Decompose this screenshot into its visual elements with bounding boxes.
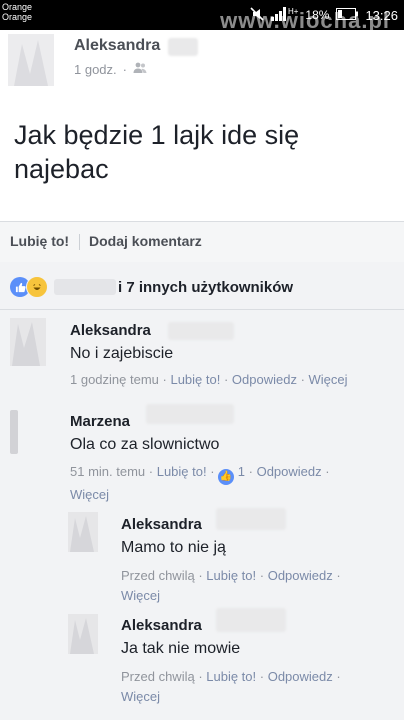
- comment-time[interactable]: 51 min. temu: [70, 464, 145, 479]
- like-button[interactable]: Lubię to!: [10, 233, 69, 249]
- post-author-name[interactable]: Aleksandra: [74, 37, 160, 55]
- comment-more-link[interactable]: Więcej: [121, 588, 160, 603]
- avatar[interactable]: [68, 614, 98, 654]
- post-actions: Lubię to! Dodaj komentarz: [0, 222, 404, 262]
- post-header: Aleksandra 1 godz. ·: [0, 30, 404, 90]
- reactions-summary[interactable]: i 7 innych użytkowników: [10, 276, 293, 298]
- comment-meta: Przed chwilą · Lubię to! · Odpowiedz · W…: [121, 669, 341, 704]
- comment-more-link[interactable]: Więcej: [309, 372, 348, 387]
- post-meta: 1 godz. ·: [74, 62, 147, 77]
- comment-time[interactable]: Przed chwilą: [121, 568, 195, 583]
- comment-text: Mamo to nie ją: [121, 539, 226, 556]
- comment-reply-link[interactable]: Odpowiedz: [257, 464, 322, 479]
- comment-time[interactable]: Przed chwilą: [121, 669, 195, 684]
- comment-reply-link[interactable]: Odpowiedz: [232, 372, 297, 387]
- comment-like-link[interactable]: Lubię to!: [206, 568, 256, 583]
- divider: [0, 309, 404, 310]
- friends-icon: [133, 62, 147, 77]
- avatar[interactable]: [68, 512, 98, 552]
- avatar[interactable]: [8, 34, 54, 86]
- comment-author[interactable]: Marzena: [70, 413, 130, 430]
- comment-meta: 1 godzinę temu · Lubię to! · Odpowiedz ·…: [70, 372, 348, 387]
- divider: [79, 234, 80, 250]
- comment-author[interactable]: Aleksandra: [121, 516, 202, 533]
- comment-like-link[interactable]: Lubię to!: [206, 669, 256, 684]
- comment-like-link[interactable]: Lubię to!: [170, 372, 220, 387]
- comment-like-link[interactable]: Lubię to!: [157, 464, 207, 479]
- post-time[interactable]: 1 godz.: [74, 62, 117, 77]
- comment-meta: Przed chwilą · Lubię to! · Odpowiedz · W…: [121, 568, 341, 603]
- like-count-icon: 👍: [218, 469, 235, 485]
- comment-time[interactable]: 1 godzinę temu: [70, 372, 159, 387]
- comment-text: No i zajebiscie: [70, 345, 174, 362]
- carrier-label: Orange Orange: [2, 2, 33, 22]
- reactions-text: i 7 innych użytkowników: [118, 278, 294, 296]
- comment-reply-link[interactable]: Odpowiedz: [268, 568, 333, 583]
- comment-author[interactable]: Aleksandra: [70, 322, 151, 339]
- status-bar: Orange Orange H+ 18% 13:26 www.wiocha.pl: [0, 0, 404, 33]
- comment-text: Ola co za slownictwo: [70, 436, 220, 453]
- comment-meta: 51 min. temu · Lubię to! · 👍 1 · Odpowie…: [70, 464, 330, 502]
- avatar[interactable]: [10, 410, 18, 454]
- comment-reply-link[interactable]: Odpowiedz: [268, 669, 333, 684]
- comment-text: Ja tak nie mowie: [121, 640, 241, 657]
- post-body: Jak będzie 1 lajk ide się najebac: [14, 120, 300, 184]
- comment-like-count[interactable]: 1: [238, 464, 245, 479]
- comment-more-link[interactable]: Więcej: [121, 689, 160, 704]
- comment-author[interactable]: Aleksandra: [121, 617, 202, 634]
- avatar[interactable]: [10, 318, 46, 366]
- add-comment-button[interactable]: Dodaj komentarz: [89, 233, 202, 249]
- comment-more-link[interactable]: Więcej: [70, 487, 109, 502]
- haha-reaction-icon: [26, 276, 48, 298]
